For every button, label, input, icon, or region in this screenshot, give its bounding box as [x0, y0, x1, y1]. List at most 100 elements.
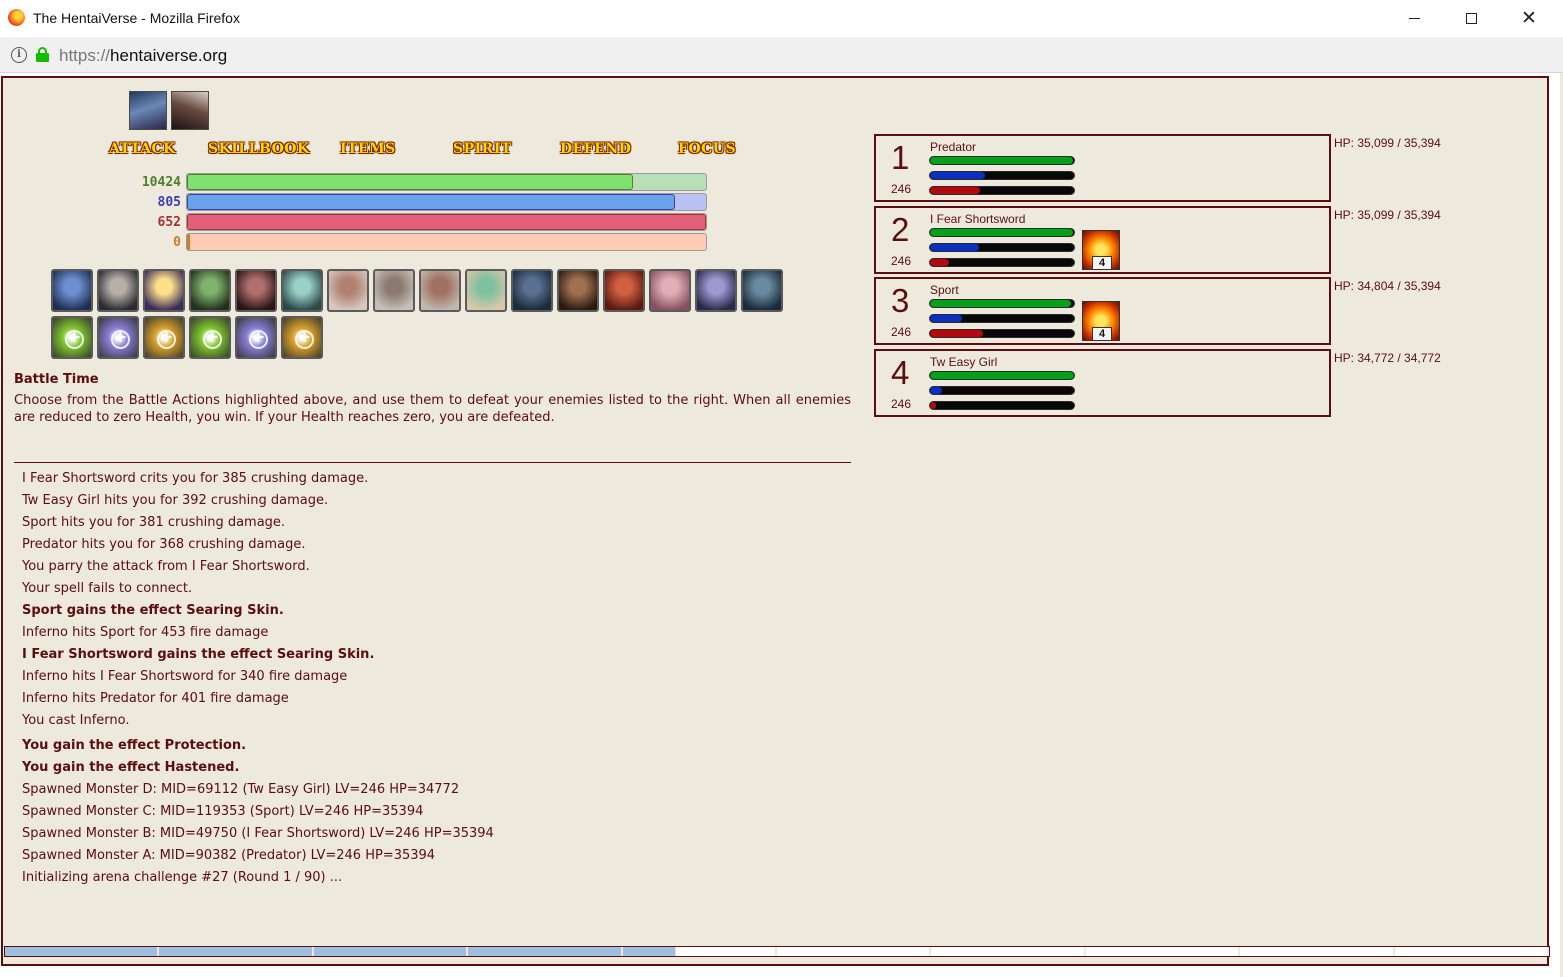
- log-entry: Inferno hits I Fear Shortsword for 340 f…: [22, 669, 348, 684]
- monster-sp-bar: [929, 186, 1075, 195]
- skill-15-icon[interactable]: [695, 269, 737, 312]
- attack-button[interactable]: ATTACK: [109, 141, 176, 157]
- spell-6-icon[interactable]: [281, 316, 323, 359]
- skill-5-icon[interactable]: [235, 269, 277, 312]
- skill-8-icon[interactable]: [373, 269, 415, 312]
- skill-3-icon[interactable]: [143, 269, 185, 312]
- spell-1-icon[interactable]: [51, 316, 93, 359]
- skillbook-button[interactable]: SKILLBOOK: [208, 141, 310, 157]
- magic-value: 805: [157, 195, 181, 210]
- monster-hp-fill: [930, 157, 1073, 164]
- monster-hp-fill: [930, 229, 1073, 236]
- monster-name: I Fear Shortsword: [930, 212, 1026, 226]
- turn-segment: [1085, 947, 1241, 956]
- maximize-button[interactable]: [1442, 0, 1500, 36]
- close-button[interactable]: ✕: [1500, 0, 1558, 36]
- effect-duration: 4: [1092, 327, 1112, 341]
- log-entry: Spawned Monster A: MID=90382 (Predator) …: [22, 848, 436, 863]
- monster-number: 1: [891, 139, 910, 176]
- defend-button[interactable]: DEFEND: [560, 141, 631, 157]
- lock-icon[interactable]: [36, 47, 49, 62]
- log-entry: You gain the effect Hastened.: [22, 760, 240, 775]
- spell-2-icon[interactable]: [97, 316, 139, 359]
- monster-hp-text: HP: 35,099 / 35,394: [1334, 136, 1441, 150]
- monster-mp-fill: [930, 244, 979, 251]
- focus-button[interactable]: FOCUS: [678, 141, 736, 157]
- monster-name: Tw Easy Girl: [930, 355, 998, 369]
- turn-segment: [622, 947, 777, 956]
- turn-segment: [468, 947, 623, 956]
- log-entry: Inferno hits Sport for 453 fire damage: [22, 625, 269, 640]
- skill-9-icon[interactable]: [419, 269, 461, 312]
- log-entry: Your spell fails to connect.: [22, 581, 193, 596]
- searing-skin-effect-icon[interactable]: 4: [1082, 230, 1120, 270]
- monster-mp-fill: [930, 315, 962, 322]
- monster-mp-fill: [930, 172, 985, 179]
- info-title: Battle Time: [14, 372, 99, 387]
- spirit-button[interactable]: SPIRIT: [453, 141, 512, 157]
- skill-13-icon[interactable]: [603, 269, 645, 312]
- monster-mp-fill: [930, 387, 942, 394]
- log-entry: Initializing arena challenge #27 (Round …: [22, 870, 343, 885]
- monster-mp-bar: [929, 171, 1075, 180]
- turn-segment: [159, 947, 314, 956]
- skill-4-icon[interactable]: [189, 269, 231, 312]
- spell-3-icon[interactable]: [143, 316, 185, 359]
- site-info-icon[interactable]: i: [11, 47, 27, 63]
- maximize-icon: [1465, 12, 1477, 24]
- health-bar-fill: [187, 174, 633, 190]
- magic-bar-fill: [187, 194, 675, 210]
- monster-sp-fill: [930, 402, 936, 409]
- skill-10-icon[interactable]: [465, 269, 507, 312]
- spell-5-icon[interactable]: [235, 316, 277, 359]
- monster-name: Sport: [930, 283, 959, 297]
- log-entry: Spawned Monster C: MID=119353 (Sport) LV…: [22, 804, 424, 819]
- searing-skin-effect-icon[interactable]: 4: [1082, 301, 1120, 341]
- info-text: Choose from the Battle Actions highlight…: [14, 393, 851, 425]
- skill-11-icon[interactable]: [511, 269, 553, 312]
- address-bar[interactable]: i https://hentaiverse.org: [0, 37, 1563, 73]
- health-bar: [186, 173, 707, 191]
- monster-mp-bar: [929, 386, 1075, 395]
- monster-hp-fill: [930, 300, 1072, 307]
- skill-14-icon[interactable]: [649, 269, 691, 312]
- spirit-bar-fill: [187, 214, 706, 230]
- protection-effect-icon[interactable]: [129, 91, 167, 130]
- firefox-logo-icon: [8, 9, 25, 26]
- monster-number: 2: [891, 211, 910, 248]
- log-entry: Spawned Monster D: MID=69112 (Tw Easy Gi…: [22, 782, 460, 797]
- minimize-button[interactable]: [1385, 0, 1443, 36]
- monster-sp-bar: [929, 401, 1075, 410]
- skill-7-icon[interactable]: [327, 269, 369, 312]
- spell-4-icon[interactable]: [189, 316, 231, 359]
- items-button[interactable]: ITEMS: [340, 141, 396, 157]
- turn-progress-bar: [4, 946, 1550, 957]
- monster-hp-bar: [929, 228, 1075, 237]
- minimize-icon: [1408, 17, 1420, 19]
- magic-bar: [186, 193, 707, 211]
- monster-pane[interactable]: 4 246 Tw Easy Girl: [874, 349, 1331, 417]
- url-text[interactable]: https://hentaiverse.org: [59, 46, 227, 66]
- window-titlebar: The HentaiVerse - Mozilla Firefox ✕: [0, 0, 1563, 37]
- skill-6-icon[interactable]: [281, 269, 323, 312]
- skill-2-icon[interactable]: [97, 269, 139, 312]
- log-entry: You cast Inferno.: [22, 713, 130, 728]
- skill-16-icon[interactable]: [741, 269, 783, 312]
- monster-mp-bar: [929, 243, 1075, 252]
- monster-level: 246: [891, 182, 912, 196]
- skill-12-icon[interactable]: [557, 269, 599, 312]
- log-entry: Sport gains the effect Searing Skin.: [22, 603, 284, 618]
- battle-stage: ATTACK SKILLBOOK ITEMS SPIRIT DEFEND FOC…: [1, 76, 1550, 966]
- monster-pane[interactable]: 3 246 Sport 4: [874, 277, 1331, 345]
- log-divider: [14, 462, 851, 463]
- spirit-value: 652: [157, 215, 181, 230]
- monster-hp-text: HP: 34,772 / 34,772: [1334, 351, 1441, 365]
- spirit-bar: [186, 213, 707, 231]
- health-value: 10424: [141, 175, 181, 190]
- monster-pane[interactable]: 2 246 I Fear Shortsword 4: [874, 206, 1331, 274]
- monster-hp-bar: [929, 299, 1075, 308]
- skill-1-icon[interactable]: [51, 269, 93, 312]
- hastened-effect-icon[interactable]: [171, 91, 209, 130]
- monster-pane[interactable]: 1 246 Predator: [874, 134, 1331, 202]
- monster-mp-bar: [929, 314, 1075, 323]
